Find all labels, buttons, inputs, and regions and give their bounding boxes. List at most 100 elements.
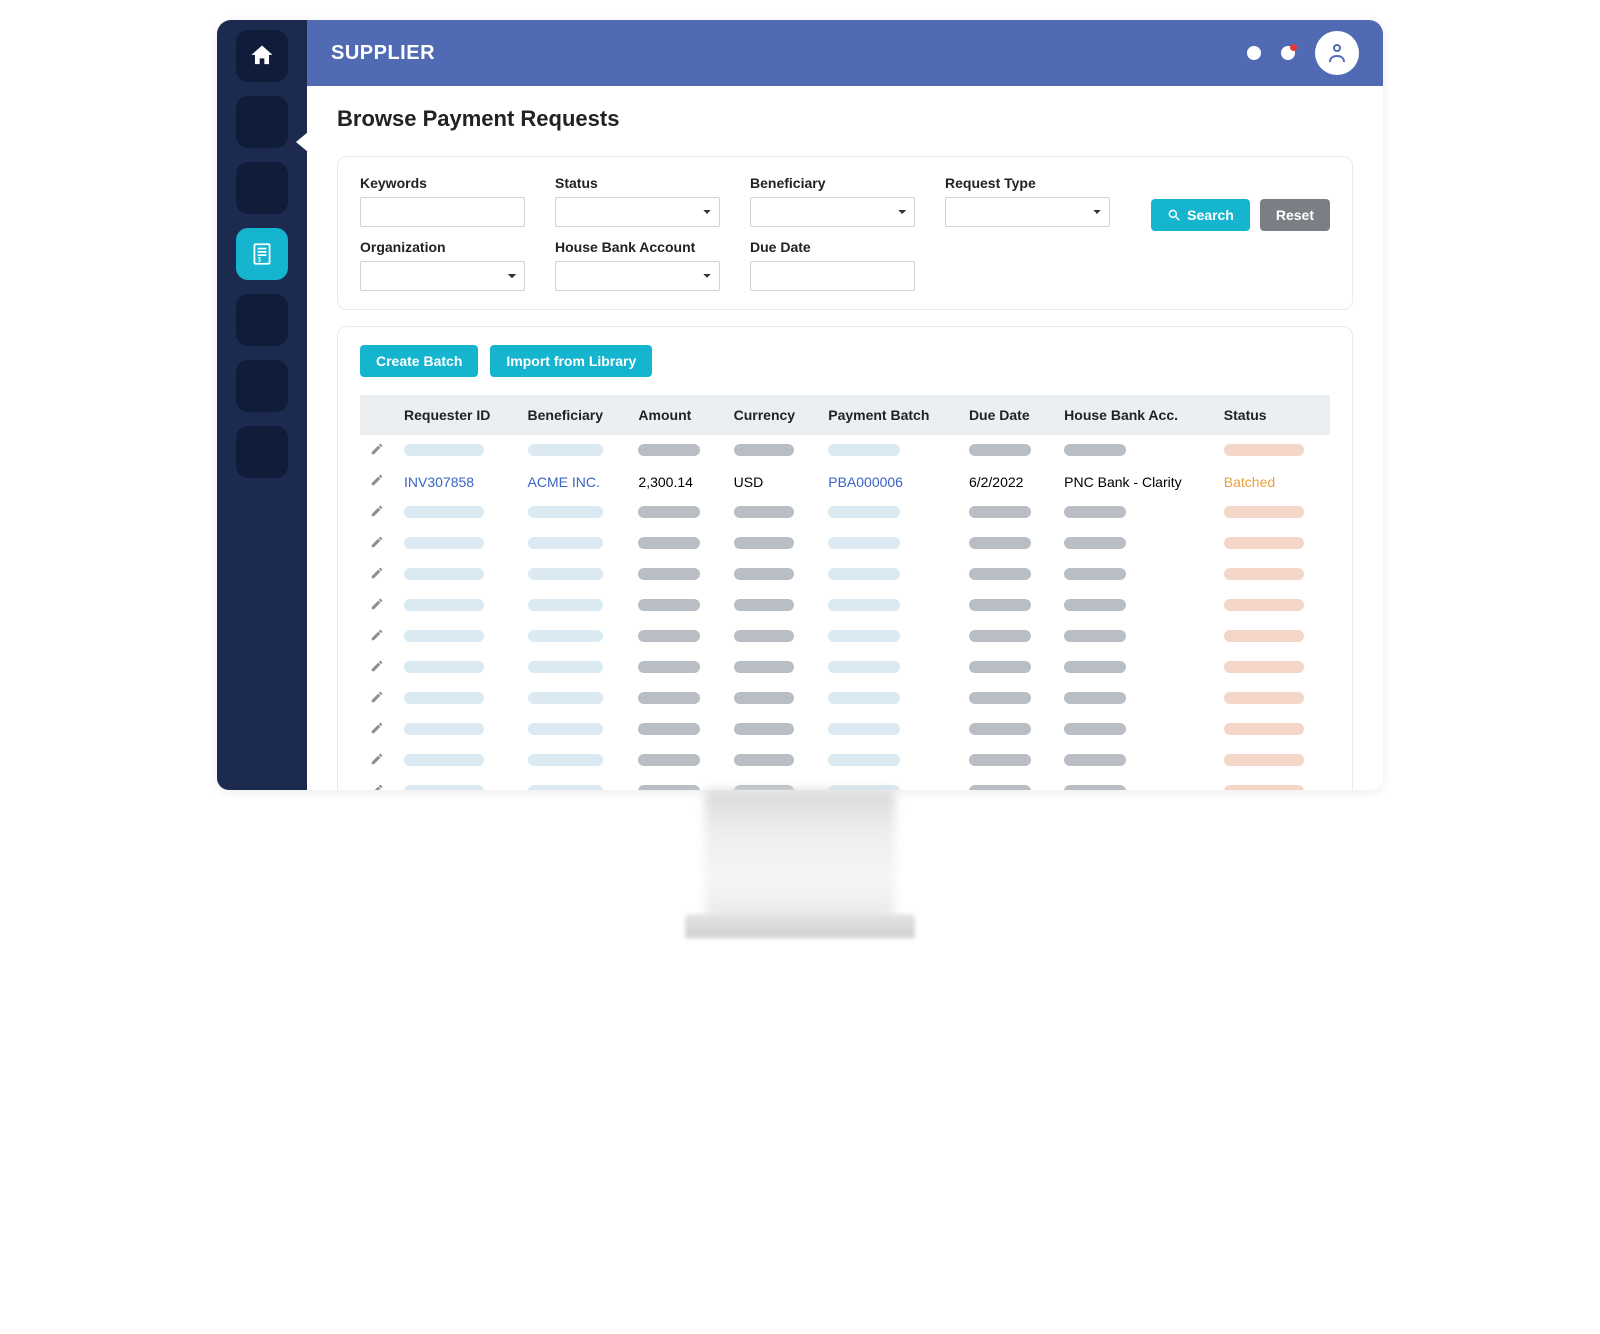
placeholder bbox=[404, 599, 484, 611]
create-batch-label: Create Batch bbox=[376, 353, 462, 369]
cell-requester-id[interactable]: INV307858 bbox=[404, 474, 474, 490]
reset-button[interactable]: Reset bbox=[1260, 199, 1330, 231]
cell-status: Batched bbox=[1224, 474, 1275, 490]
request-type-select[interactable] bbox=[945, 197, 1110, 227]
placeholder bbox=[969, 444, 1031, 456]
col-due-date[interactable]: Due Date bbox=[959, 395, 1054, 435]
table-row bbox=[360, 776, 1330, 790]
edit-row-button[interactable] bbox=[370, 536, 384, 552]
placeholder bbox=[1224, 537, 1304, 549]
placeholder bbox=[734, 723, 794, 735]
placeholder bbox=[828, 754, 900, 766]
placeholder bbox=[828, 599, 900, 611]
cell-due-date: 6/2/2022 bbox=[969, 474, 1024, 490]
placeholder bbox=[1064, 754, 1126, 766]
sidebar-item-home[interactable] bbox=[236, 30, 288, 82]
placeholder bbox=[1064, 444, 1126, 456]
table-row bbox=[360, 683, 1330, 714]
col-currency[interactable]: Currency bbox=[724, 395, 819, 435]
create-batch-button[interactable]: Create Batch bbox=[360, 345, 478, 377]
sidebar-item-module-4[interactable] bbox=[236, 360, 288, 412]
pencil-icon bbox=[370, 473, 384, 487]
placeholder bbox=[1224, 754, 1304, 766]
search-button-label: Search bbox=[1187, 207, 1234, 223]
placeholder bbox=[528, 568, 603, 580]
edit-row-button[interactable] bbox=[370, 753, 384, 769]
monitor-stand-neck bbox=[705, 790, 895, 920]
placeholder bbox=[828, 506, 900, 518]
edit-row-button[interactable] bbox=[370, 722, 384, 738]
edit-row-button[interactable] bbox=[370, 505, 384, 521]
placeholder bbox=[638, 537, 700, 549]
placeholder bbox=[828, 723, 900, 735]
placeholder bbox=[528, 723, 603, 735]
organization-select[interactable] bbox=[360, 261, 525, 291]
filter-organization: Organization bbox=[360, 239, 525, 291]
placeholder bbox=[404, 754, 484, 766]
table-row bbox=[360, 652, 1330, 683]
beneficiary-select[interactable] bbox=[750, 197, 915, 227]
edit-row-button[interactable] bbox=[370, 567, 384, 583]
placeholder bbox=[528, 785, 603, 791]
filter-beneficiary-label: Beneficiary bbox=[750, 175, 915, 191]
app-window: $ SUPPLIER Browse Payment Requests bbox=[217, 20, 1383, 790]
edit-row-button[interactable] bbox=[370, 629, 384, 645]
cell-house-bank: PNC Bank - Clarity bbox=[1064, 474, 1181, 490]
pencil-icon bbox=[370, 597, 384, 611]
pencil-icon bbox=[370, 721, 384, 735]
edit-row-button[interactable] bbox=[370, 691, 384, 707]
edit-row-button[interactable] bbox=[370, 784, 384, 790]
placeholder bbox=[828, 537, 900, 549]
placeholder bbox=[1224, 444, 1304, 456]
bell-icon[interactable] bbox=[1281, 46, 1295, 60]
placeholder bbox=[969, 692, 1031, 704]
table-row bbox=[360, 528, 1330, 559]
sidebar-item-module-1[interactable] bbox=[236, 162, 288, 214]
col-status[interactable]: Status bbox=[1214, 395, 1330, 435]
cell-payment-batch[interactable]: PBA000006 bbox=[828, 474, 903, 490]
import-library-button[interactable]: Import from Library bbox=[490, 345, 652, 377]
edit-row-button[interactable] bbox=[370, 660, 384, 676]
table-row bbox=[360, 590, 1330, 621]
notification-icon[interactable] bbox=[1247, 46, 1261, 60]
placeholder bbox=[828, 661, 900, 673]
sidebar-item-payment-requests[interactable]: $ bbox=[236, 228, 288, 280]
sidebar-item-module-3[interactable] bbox=[236, 294, 288, 346]
cell-beneficiary[interactable]: ACME INC. bbox=[528, 474, 600, 490]
placeholder bbox=[828, 444, 900, 456]
placeholder bbox=[734, 661, 794, 673]
placeholder bbox=[1064, 630, 1126, 642]
main-area: SUPPLIER Browse Payment Requests Keyword… bbox=[307, 20, 1383, 790]
sidebar: $ bbox=[217, 20, 307, 790]
pencil-icon bbox=[370, 690, 384, 704]
placeholder bbox=[1224, 630, 1304, 642]
due-date-input[interactable] bbox=[750, 261, 915, 291]
col-house-bank[interactable]: House Bank Acc. bbox=[1054, 395, 1214, 435]
placeholder bbox=[638, 506, 700, 518]
placeholder bbox=[404, 785, 484, 791]
col-amount[interactable]: Amount bbox=[628, 395, 723, 435]
filter-due-date: Due Date bbox=[750, 239, 915, 291]
house-bank-select[interactable] bbox=[555, 261, 720, 291]
user-icon bbox=[1325, 41, 1349, 65]
user-avatar[interactable] bbox=[1315, 31, 1359, 75]
cell-amount: 2,300.14 bbox=[638, 474, 693, 490]
edit-row-button[interactable] bbox=[370, 474, 384, 490]
sidebar-item-module-5[interactable] bbox=[236, 426, 288, 478]
placeholder bbox=[969, 723, 1031, 735]
col-payment-batch[interactable]: Payment Batch bbox=[818, 395, 959, 435]
sidebar-item-dashboard[interactable] bbox=[236, 96, 288, 148]
status-select[interactable] bbox=[555, 197, 720, 227]
keywords-input[interactable] bbox=[360, 197, 525, 227]
placeholder bbox=[1064, 661, 1126, 673]
placeholder bbox=[528, 692, 603, 704]
filter-status: Status bbox=[555, 175, 720, 227]
placeholder bbox=[734, 506, 794, 518]
placeholder bbox=[404, 661, 484, 673]
placeholder bbox=[734, 599, 794, 611]
edit-row-button[interactable] bbox=[370, 598, 384, 614]
edit-row-button[interactable] bbox=[370, 443, 384, 459]
search-button[interactable]: Search bbox=[1151, 199, 1250, 231]
col-beneficiary[interactable]: Beneficiary bbox=[518, 395, 629, 435]
col-requester-id[interactable]: Requester ID bbox=[394, 395, 518, 435]
